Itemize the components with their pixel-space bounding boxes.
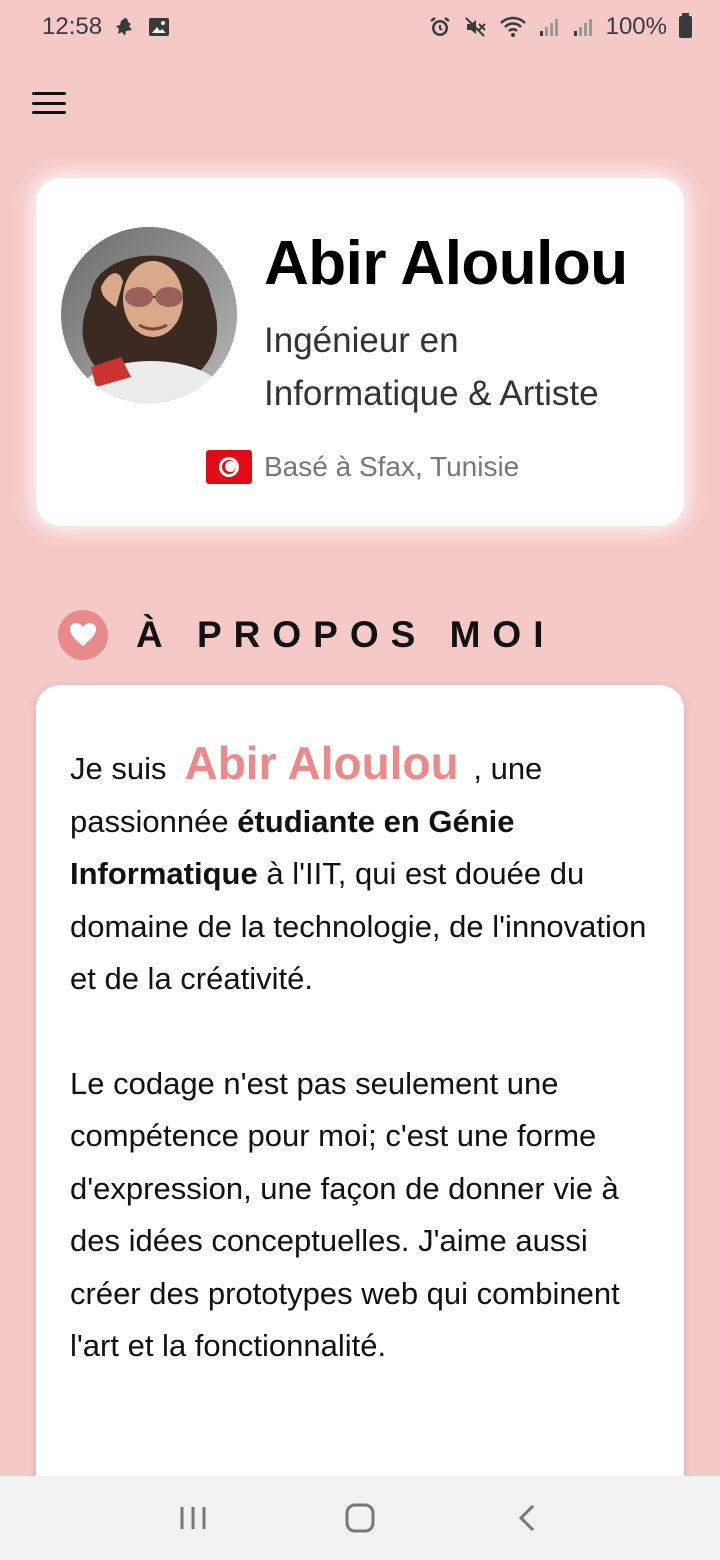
profile-location: Basé à Sfax, Tunisie	[206, 450, 519, 484]
back-icon	[518, 1504, 534, 1532]
wifi-icon	[499, 16, 526, 38]
profile-role-line1: Ingénieur en	[264, 321, 459, 360]
profile-card: Abir Aloulou Ingénieur en Informatique &…	[36, 178, 684, 526]
back-button[interactable]	[497, 1493, 557, 1543]
image-icon	[148, 16, 170, 38]
profile-role: Ingénieur en Informatique & Artiste	[264, 314, 664, 420]
battery-icon	[679, 13, 692, 38]
menu-line	[32, 92, 66, 95]
status-left: 12:58	[42, 13, 170, 41]
signal-icon-1	[538, 16, 560, 38]
signal-icon-2	[572, 16, 594, 38]
system-nav-bar	[0, 1476, 720, 1560]
heart-icon	[58, 610, 108, 660]
section-title: À PROPOS MOI	[136, 614, 556, 655]
menu-line	[32, 101, 66, 105]
battery-percent: 100%	[605, 13, 667, 40]
location-text: Basé à Sfax, Tunisie	[264, 451, 520, 482]
notification-app-icon	[114, 16, 136, 38]
status-right: 100%	[428, 13, 692, 41]
about-card: Je suis Abir Aloulou , une passionnée étu…	[36, 685, 684, 1560]
home-button[interactable]	[330, 1493, 390, 1543]
alarm-icon	[428, 15, 452, 39]
profile-name: Abir Aloulou	[264, 229, 628, 298]
about-section-header: À PROPOS MOI	[58, 610, 555, 660]
avatar	[61, 227, 237, 403]
about-highlight-name: Abir Aloulou	[184, 737, 459, 789]
profile-role-line2: Informatique & Artiste	[264, 374, 599, 413]
about-paragraph-1: Je suis Abir Aloulou , une passionnée étu…	[70, 737, 650, 1006]
status-time: 12:58	[42, 13, 103, 40]
status-bar: 12:58 100%	[0, 0, 720, 54]
menu-line	[32, 111, 66, 114]
tunisia-flag-icon	[206, 450, 252, 484]
home-icon	[345, 1503, 375, 1533]
recent-apps-button[interactable]	[163, 1493, 223, 1543]
mute-icon	[464, 15, 488, 39]
about-prefix: Je suis	[70, 751, 167, 786]
hamburger-menu-icon[interactable]	[30, 88, 68, 118]
about-paragraph-2: Le codage n'est pas seulement une compét…	[70, 1065, 620, 1364]
recent-apps-icon	[180, 1507, 206, 1529]
